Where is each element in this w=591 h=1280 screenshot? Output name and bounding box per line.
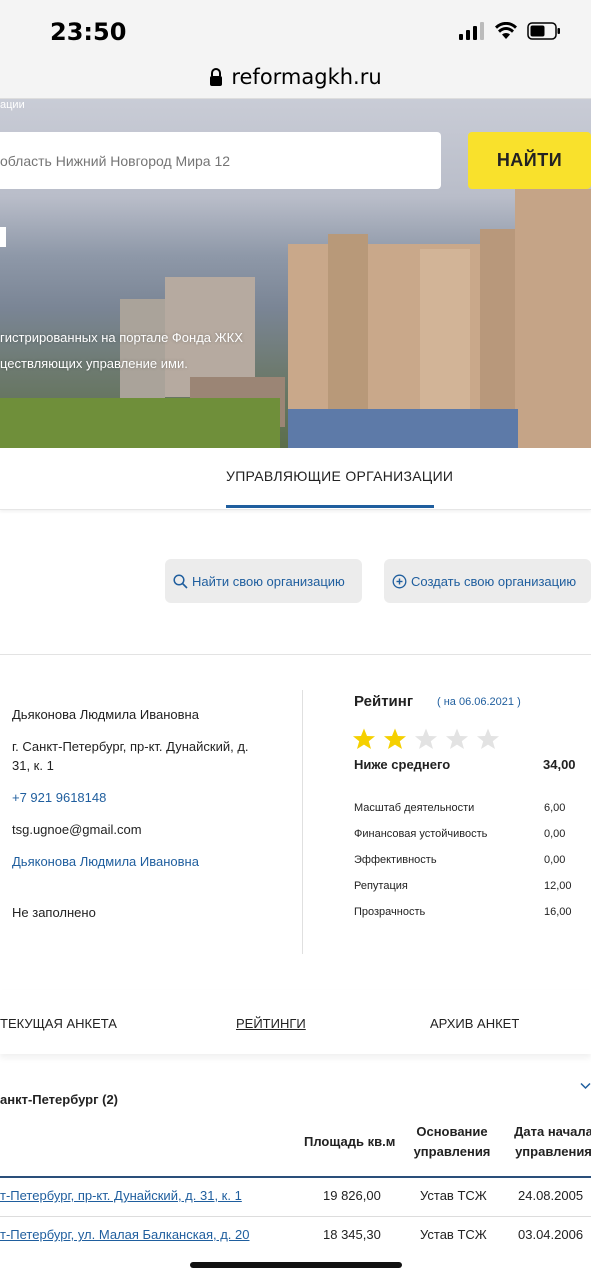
org-address-line2: 31, к. 1 xyxy=(12,758,54,773)
row-2-area: 18 345,30 xyxy=(323,1227,381,1242)
org-extra-field: Не заполнено xyxy=(12,905,96,920)
home-indicator[interactable] xyxy=(190,1262,402,1268)
hero-description: гистрированных на портале Фонда ЖКХ цест… xyxy=(0,325,243,377)
metric-scale-value: 6,00 xyxy=(544,802,566,814)
hero-marker xyxy=(0,227,6,247)
wifi-icon xyxy=(495,22,517,39)
status-bar: 23:50 xyxy=(0,0,591,55)
lock-icon xyxy=(210,67,223,86)
table-row-divider xyxy=(0,1216,591,1217)
create-organization-button[interactable]: Создать свою организацию xyxy=(384,559,591,603)
row-1-address-link[interactable]: т-Петербург, пр-кт. Дунайский, д. 31, к.… xyxy=(0,1188,242,1203)
hero-lawn xyxy=(0,398,280,448)
metric-finance-value: 0,00 xyxy=(544,828,566,840)
star-icon xyxy=(353,728,375,749)
star-icon xyxy=(415,728,437,749)
hero-desc-line1: гистрированных на портале Фонда ЖКХ xyxy=(0,330,243,345)
org-name: Дьяконова Людмила Ивановна xyxy=(12,707,199,722)
battery-icon xyxy=(527,22,560,40)
hero-banner: ации НАЙТИ гистрированных на портале Фон… xyxy=(0,99,591,448)
metric-finance-label: Финансовая устойчивость xyxy=(354,828,488,840)
table-header-line xyxy=(0,1176,591,1178)
metric-transparency-value: 16,00 xyxy=(544,906,572,918)
header-area: Площадь кв.м xyxy=(304,1134,396,1149)
row-2-address-link[interactable]: т-Петербург, ул. Малая Балканская, д. 20 xyxy=(0,1227,249,1242)
org-head-link[interactable]: Дьяконова Людмила Ивановна xyxy=(12,852,199,872)
row-1-area: 19 826,00 xyxy=(323,1188,381,1203)
row-2-basis: Устав ТСЖ xyxy=(420,1227,487,1242)
hero-top-text: ации xyxy=(0,99,25,111)
header-start-date-line2: управления xyxy=(515,1144,591,1159)
star-icon xyxy=(384,728,406,749)
tab-archive[interactable]: АРХИВ АНКЕТ xyxy=(430,1016,519,1031)
tab-management-organizations[interactable]: УПРАВЛЯЮЩИЕ ОРГАНИЗАЦИИ xyxy=(226,468,453,484)
address-search-box[interactable] xyxy=(0,132,441,189)
org-phone-link[interactable]: +7 921 9618148 xyxy=(12,788,106,808)
star-icon xyxy=(446,728,468,749)
section-tabs: УПРАВЛЯЮЩИЕ ОРГАНИЗАЦИИ xyxy=(0,448,591,510)
row-1-date: 24.08.2005 xyxy=(518,1188,584,1203)
signal-icon xyxy=(459,22,484,40)
rating-title: Рейтинг xyxy=(354,693,414,710)
star-icon xyxy=(477,728,499,749)
section-divider xyxy=(0,654,591,655)
header-basis: Основание управления xyxy=(410,1122,494,1162)
status-icons xyxy=(459,22,561,40)
org-email: tsg.ugnoe@gmail.com xyxy=(12,822,142,837)
rating-score: 34,00 xyxy=(543,757,576,772)
url-text: reformagkh.ru xyxy=(231,64,382,89)
metric-reputation-label: Репутация xyxy=(354,880,408,892)
find-organization-button[interactable]: Найти свою организацию xyxy=(165,559,362,603)
create-organization-label: Создать свою организацию xyxy=(411,573,577,589)
header-basis-line1: Основание xyxy=(416,1124,488,1139)
hero-desc-line2: цествляющих управление ими. xyxy=(0,356,188,371)
metric-scale-label: Масштаб деятельности xyxy=(354,802,475,814)
plus-circle-icon xyxy=(392,574,407,588)
row-1-basis: Устав ТСЖ xyxy=(420,1188,487,1203)
find-organization-label: Найти свою организацию xyxy=(192,573,345,589)
tab-active-underline xyxy=(226,505,434,508)
metric-reputation-value: 12,00 xyxy=(544,880,572,892)
tab-ratings[interactable]: РЕЙТИНГИ xyxy=(236,1016,306,1031)
row-2-date: 03.04.2006 xyxy=(518,1227,584,1242)
hero-building xyxy=(288,409,518,448)
address-search-input[interactable] xyxy=(0,152,441,169)
search-button[interactable]: НАЙТИ xyxy=(468,132,591,189)
metric-efficiency-label: Эффективность xyxy=(354,854,437,866)
vertical-divider xyxy=(302,690,303,954)
header-start-date: Дата начала управления xyxy=(506,1122,591,1162)
search-icon xyxy=(173,573,188,589)
status-time: 23:50 xyxy=(50,18,127,46)
header-basis-line2: управления xyxy=(413,1144,491,1159)
city-group-title: анкт-Петербург (2) xyxy=(0,1092,118,1107)
rating-date: ( на 06.06.2021 ) xyxy=(437,696,521,708)
header-start-date-line1: Дата начала xyxy=(514,1124,591,1139)
rating-stars xyxy=(352,727,500,751)
hero-building xyxy=(515,189,591,448)
questionnaire-tabs: ТЕКУЩАЯ АНКЕТА РЕЙТИНГИ АРХИВ АНКЕТ xyxy=(0,990,591,1054)
metric-efficiency-value: 0,00 xyxy=(544,854,566,866)
url-bar[interactable]: reformagkh.ru xyxy=(0,55,591,99)
metric-transparency-label: Прозрачность xyxy=(354,906,426,918)
rating-grade: Ниже среднего xyxy=(354,757,451,772)
tab-current-questionnaire[interactable]: ТЕКУЩАЯ АНКЕТА xyxy=(0,1016,117,1031)
org-address-line1: г. Санкт-Петербург, пр-кт. Дунайский, д. xyxy=(12,739,249,754)
chevron-down-icon[interactable] xyxy=(580,1082,591,1090)
